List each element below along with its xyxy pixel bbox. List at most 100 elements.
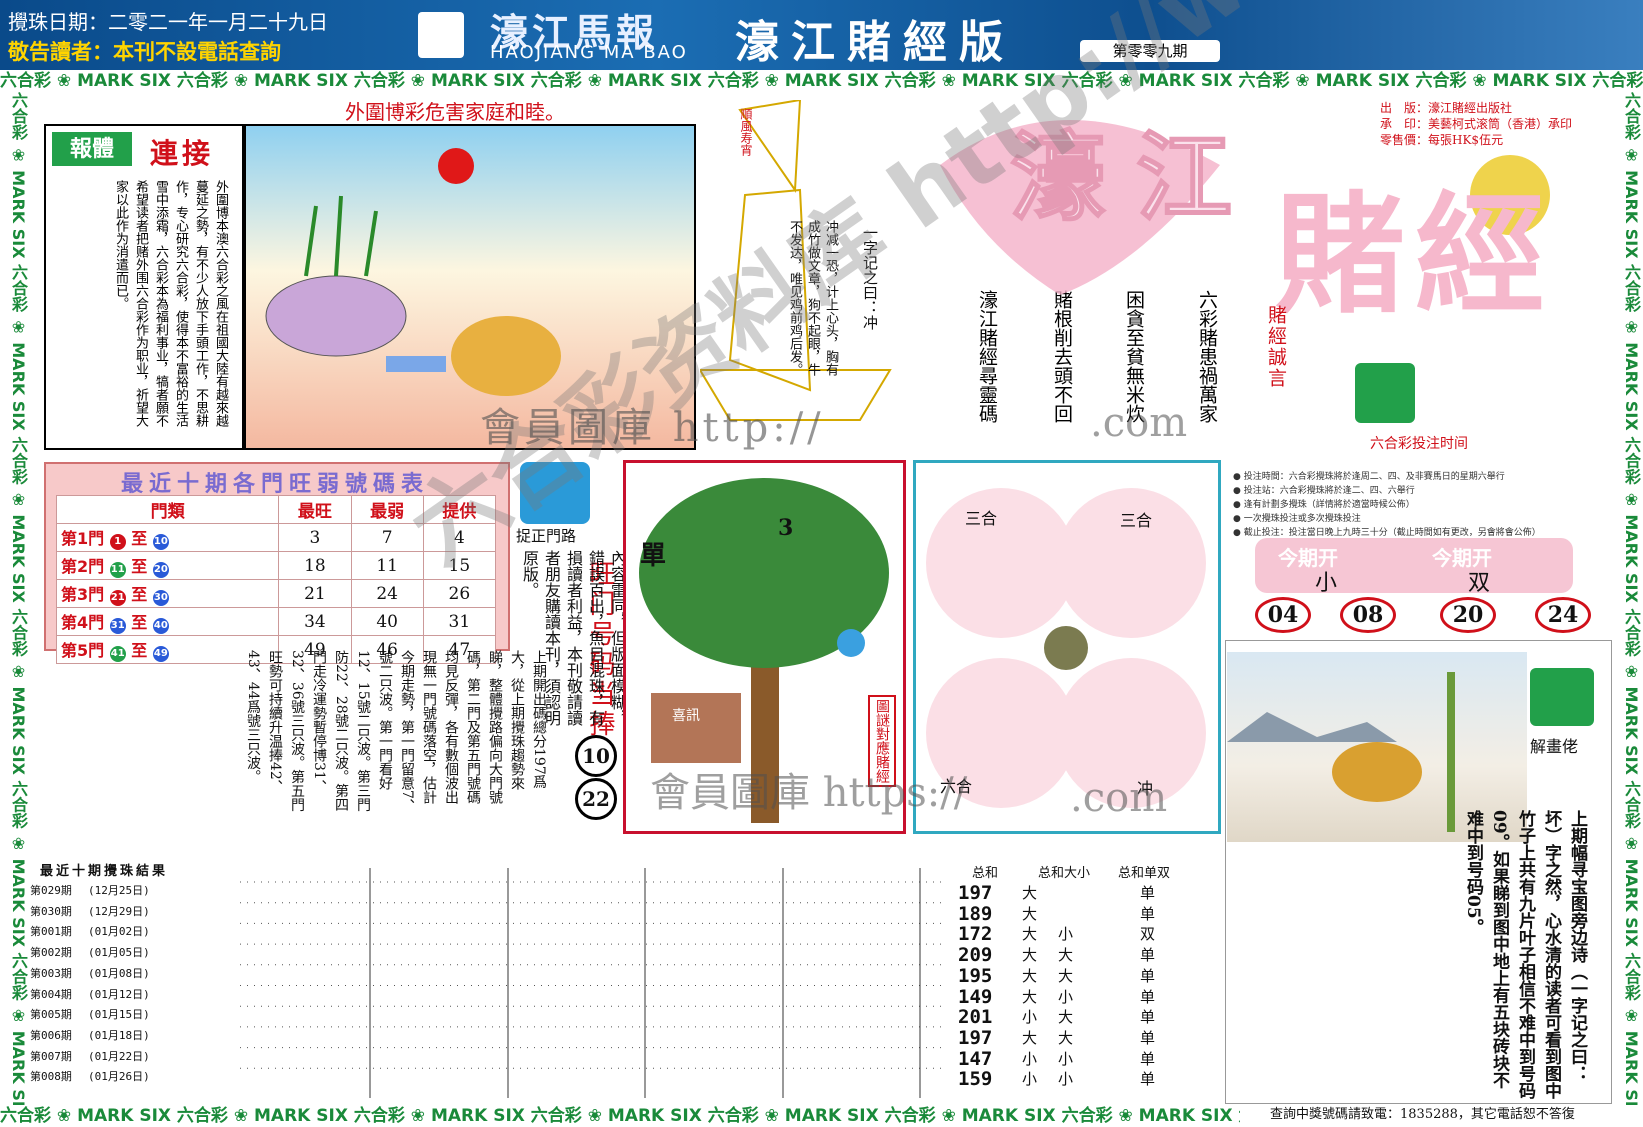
result-date: (01月18日) (88, 1028, 150, 1042)
tree-caption: 喜訊 (672, 708, 700, 724)
result-size: 大 (1022, 946, 1038, 965)
result-odd: 单 (1140, 1049, 1156, 1068)
bet-rules: ● 投注時間：六合彩攪珠將於逢周二、四、及非賽馬日的星期六舉行 ● 投注站：六合… (1233, 470, 1613, 540)
gate-cell: 第3門 21 至 30 (55, 579, 280, 608)
result-size: 大 (1022, 987, 1038, 1006)
result-date: (01月08日) (88, 966, 150, 980)
result-date: (01月05日) (88, 946, 150, 960)
result-issue: 第030期 (30, 904, 72, 918)
sum-header: 总和 (972, 866, 999, 881)
article-badge: 報體 (52, 132, 132, 166)
result-size: 大 (1058, 946, 1074, 965)
result-value: 小 (1315, 571, 1338, 596)
result-issue: 第002期 (30, 946, 72, 960)
result-date: (12月29日) (88, 904, 150, 918)
result-odd: 单 (1140, 904, 1156, 923)
gate-ball: 11 (109, 562, 126, 578)
top-border-strip: 六合彩 ❀ MARK SIX 六合彩 ❀ MARK SIX 六合彩 ❀ MARK… (0, 70, 1643, 92)
no-phone-notice: 敬告讀者：本刊不設電話查詢 (8, 40, 281, 64)
result-size: 小 (1022, 1008, 1038, 1027)
bet-time-label: 六合彩投注时间 (1370, 436, 1468, 452)
results-title: 最近十期攪珠結果 (40, 864, 169, 879)
watermark: 會員圖庫 http:// (480, 405, 825, 451)
book-icon (418, 12, 464, 58)
gate-cell: 第2門 11 至 20 (55, 551, 280, 580)
hot-cell: 21 (278, 579, 352, 608)
gate-cell: 第4門 31 至 40 (55, 607, 280, 636)
result-issue: 第007期 (30, 1049, 72, 1063)
draw-date: 攪珠日期：二零二一年一月二十九日 (8, 10, 328, 34)
result-ball: 24 (1535, 597, 1591, 633)
gate-to: 至 (131, 529, 148, 548)
bet-rule-line: ● 投注站：六合彩攪珠將於逢二、四、六舉行 (1233, 486, 1415, 496)
gate-to: 至 (131, 557, 148, 576)
edition-title: 濠江賭經版 (735, 17, 1015, 68)
gate-to: 至 (131, 585, 148, 604)
boat-flag-text: 順風寿宵 (739, 108, 753, 156)
result-odd: 单 (1140, 966, 1156, 985)
result-value: 双 (1468, 571, 1491, 596)
weak-cell: 11 (350, 551, 424, 580)
weak-cell: 24 (350, 579, 424, 608)
gate-name: 第2門 (61, 557, 105, 576)
result-size: 大 (1022, 966, 1038, 985)
result-sum: 197 (958, 882, 993, 904)
result-odd: 单 (1140, 1028, 1156, 1047)
hot-number: 22 (575, 778, 617, 820)
result-sum: 209 (958, 944, 993, 967)
rank-table-row: 第2門 11 至 20 18 11 15 (55, 551, 497, 580)
result-ball: 04 (1255, 597, 1311, 633)
result-sum: 201 (958, 1006, 993, 1029)
weak-cell: 40 (350, 607, 424, 636)
results-dot-grid (230, 858, 955, 1103)
result-date: (01月26日) (88, 1070, 150, 1084)
zodiac-label: 三合 (1120, 511, 1153, 530)
article-heading: 連接 (150, 137, 215, 170)
result-issue: 第005期 (30, 1008, 72, 1022)
riddle-label: 解畫佬 (1530, 737, 1579, 756)
hot-cell: 34 (278, 607, 352, 636)
paper-logo-english: HAOJIANG MA BAO (490, 42, 688, 63)
result-odd: 单 (1140, 884, 1156, 902)
gate-ball: 30 (152, 590, 169, 606)
gate-to: 至 (131, 613, 148, 632)
gate-name: 第5門 (61, 641, 105, 660)
bet-rule-line: ● 投注時間：六合彩攪珠將於逢周二、四、及非賽馬日的星期六舉行 (1233, 472, 1505, 482)
result-size: 大 (1058, 966, 1074, 985)
slogan: 外圍博彩危害家庭和睦。 (345, 100, 565, 124)
result-sum: 159 (958, 1068, 993, 1091)
result-ball: 08 (1340, 597, 1396, 633)
result-sum: 197 (958, 1026, 993, 1049)
result-issue: 第006期 (30, 1028, 72, 1042)
zodiac-label: 三合 (965, 509, 998, 528)
result-sum: 189 (958, 902, 993, 925)
result-issue: 第001期 (30, 925, 72, 939)
result-sum: 149 (958, 985, 993, 1008)
result-date: (01月22日) (88, 1049, 150, 1063)
watermark: .com (1070, 775, 1168, 821)
result-odd: 单 (1140, 1070, 1156, 1089)
gate-ball: 31 (109, 618, 126, 634)
watermark: 會員圖庫 https:// (650, 770, 968, 816)
pub-info-line: 承 印：美藝柯式滚筒（香港）承印 (1380, 117, 1573, 131)
pub-info-line: 零售價：每張HK$伍元 (1380, 133, 1504, 147)
result-date: (01月15日) (88, 1008, 150, 1022)
result-issue: 第004期 (30, 987, 72, 1001)
riddle-explanation: 上期幅寻宝图旁边诗（一字记之曰：坏）字之然，心水清的读者可看到图中竹子上共有九片… (1463, 810, 1587, 1099)
rank-table-row: 第4門 31 至 40 34 40 31 (55, 607, 497, 636)
publication-info: 出 版：濠江賭經出版社 承 印：美藝柯式滚筒（香港）承印 零售價：每張HK$伍元 (1380, 100, 1572, 148)
result-date: (01月12日) (88, 987, 150, 1001)
result-size: 大 (1022, 904, 1038, 923)
result-size: 小 (1058, 925, 1074, 944)
result-date: (01月02日) (88, 925, 150, 939)
gate-ball: 1 (109, 534, 126, 550)
gate-name: 第1門 (61, 529, 105, 548)
gate-cell: 第1門 1 至 10 (55, 523, 280, 552)
hot-cell: 3 (278, 523, 352, 552)
pub-info-line: 出 版：濠江賭經出版社 (1380, 101, 1513, 115)
gate-name: 第4門 (61, 613, 105, 632)
watermark: .com (1090, 400, 1188, 446)
gate-ball: 20 (152, 562, 169, 578)
result-sum: 195 (958, 964, 993, 987)
result-ball: 20 (1440, 597, 1496, 633)
